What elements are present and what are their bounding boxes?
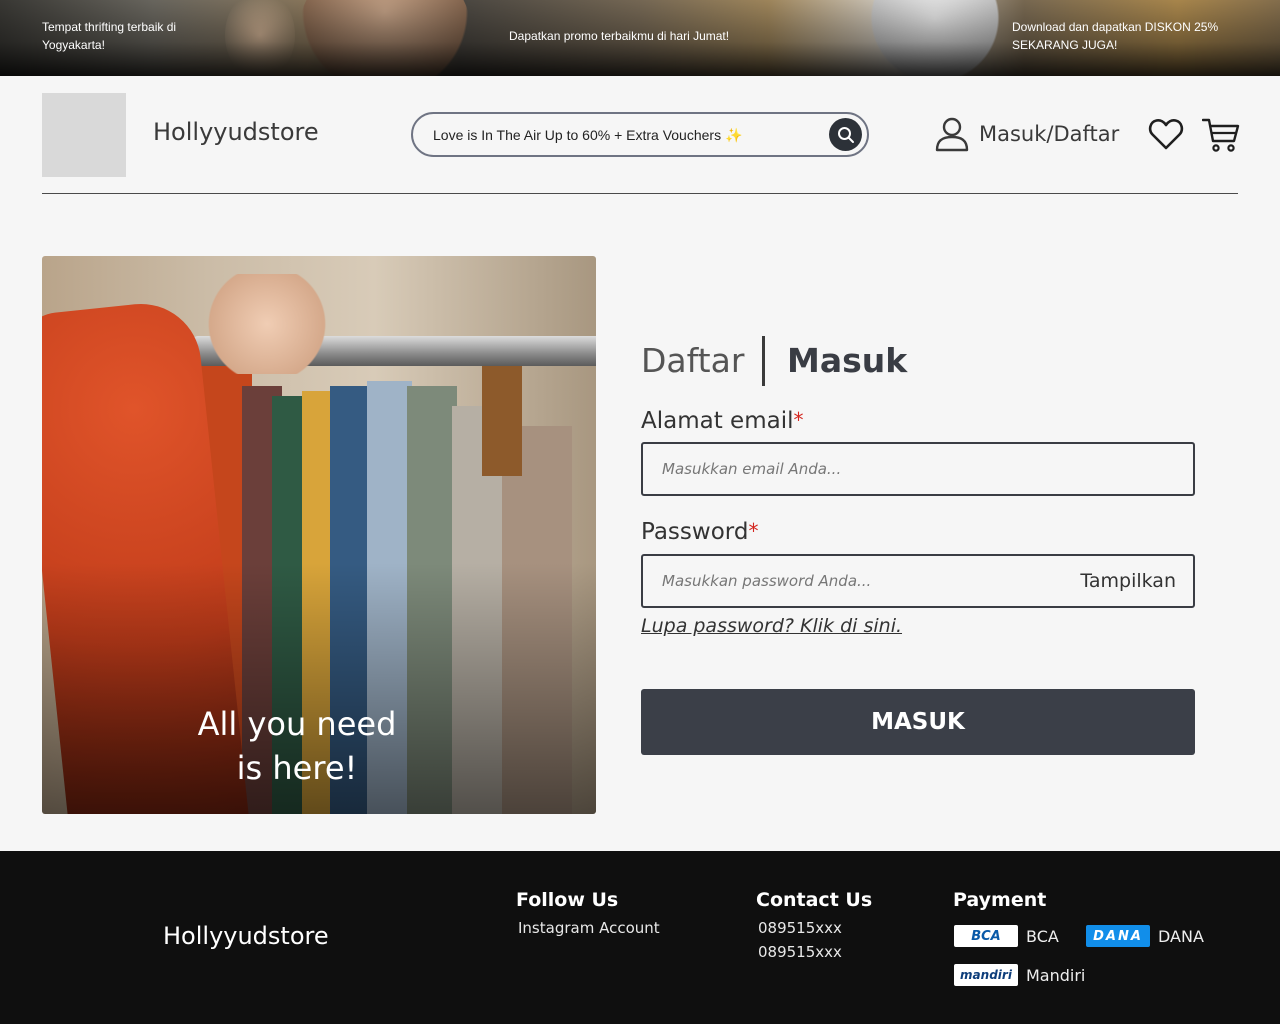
search-input[interactable] [433,125,823,145]
show-password-toggle[interactable]: Tampilkan [1080,570,1176,592]
email-label-text: Alamat email [641,408,794,434]
password-label: Password* [641,519,758,545]
password-field[interactable] [662,570,1062,592]
promo-text-middle: Dapatkan promo terbaikmu di hari Jumat! [509,29,730,43]
email-field[interactable] [662,458,1062,480]
user-icon[interactable] [934,116,970,152]
password-label-text: Password [641,519,749,545]
password-field-box[interactable]: Tampilkan [641,554,1195,608]
heart-icon[interactable] [1148,117,1184,151]
mandiri-logo: mandiri [954,964,1018,986]
forgot-password-link[interactable]: Lupa password? Klik di sini. [641,615,902,637]
hero-caption-line-1: All you need [197,705,397,743]
cart-icon[interactable] [1202,117,1240,153]
search-button[interactable] [829,118,862,151]
hero-caption: All you need is here! [42,702,552,790]
required-mark: * [793,408,804,432]
promo-text-left: Tempat thrifting terbaik di Yogyakarta! [42,20,177,52]
payment-mandiri: Mandiri [1026,966,1086,985]
email-label: Alamat email* [641,408,803,434]
payment-dana: DANA [1158,927,1204,946]
tab-register[interactable]: Daftar [641,341,744,380]
site-footer: Hollyyudstore Follow Us Instagram Accoun… [0,851,1280,1024]
required-mark: * [748,519,759,543]
payment-heading: Payment [953,889,1047,911]
login-button[interactable]: MASUK [641,689,1195,755]
hero-image: All you need is here! [42,256,596,814]
instagram-link[interactable]: Instagram Account [518,919,660,937]
search-bar[interactable] [411,112,869,157]
payment-bca: BCA [1026,927,1059,946]
login-register-link[interactable]: Masuk/Daftar [979,122,1119,146]
contact-phone-2: 089515xxx [758,943,842,961]
dana-logo: DANA [1086,925,1150,947]
site-header: Hollyyudstore Masuk/Daftar [42,76,1240,194]
tab-login[interactable]: Masuk [787,341,907,380]
bca-logo: BCA [954,925,1018,947]
logo-placeholder[interactable] [42,93,126,177]
contact-phone-1: 089515xxx [758,919,842,937]
promo-text-right[interactable]: Download dan dapatkan DISKON 25% SEKARAN… [1012,18,1252,54]
email-field-box[interactable] [641,442,1195,496]
follow-us-heading: Follow Us [516,889,619,911]
footer-brand: Hollyyudstore [163,922,329,950]
contact-us-heading: Contact Us [756,889,873,911]
hero-caption-line-2: is here! [236,749,358,787]
promo-banner: Tempat thrifting terbaik di Yogyakarta! … [0,0,1280,76]
tab-divider [762,336,765,386]
search-icon [837,126,854,143]
brand-name[interactable]: Hollyyudstore [153,118,319,146]
